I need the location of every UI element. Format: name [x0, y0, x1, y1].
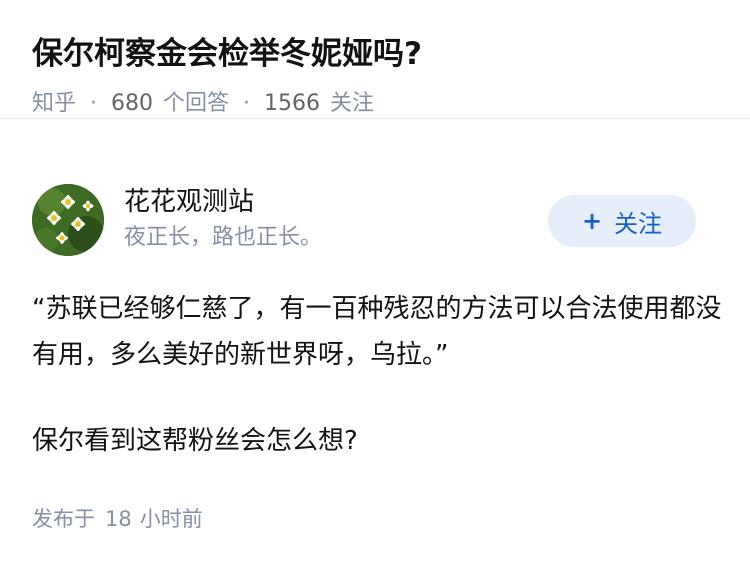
follow-button[interactable]: + 关注: [548, 195, 696, 247]
answer-paragraph: 保尔看到这帮粉丝会怎么想?: [32, 426, 358, 456]
question-title[interactable]: 保尔柯察金会检举冬妮娅吗?: [32, 32, 718, 76]
follow-button-label: 关注: [614, 209, 663, 238]
answer-count: 680: [111, 91, 154, 116]
answer-paragraph: “苏联已经够仁慈了，有一百种残忍的方法可以合法使用都没有用，多么美好的新世界呀，…: [32, 294, 722, 370]
daisy-flowers-avatar-icon: [32, 184, 104, 256]
author-bio: 夜正长，路也正长。: [124, 225, 323, 250]
question-header: 保尔柯察金会检举冬妮娅吗? 知乎 · 680 个回答 · 1566 关注: [0, 0, 750, 119]
avatar[interactable]: [32, 184, 104, 256]
meta-separator: ·: [243, 91, 251, 116]
publish-time: 发布于 18 小时前: [32, 504, 203, 534]
author-row: 花花观测站 夜正长，路也正长。 + 关注: [32, 119, 718, 256]
author-name[interactable]: 花花观测站: [124, 184, 254, 220]
meta-separator: ·: [90, 91, 98, 116]
answer-card: 花花观测站 夜正长，路也正长。 + 关注 “苏联已经够仁慈了，有一百种残忍的方法…: [0, 119, 750, 531]
question-meta: 知乎 · 680 个回答 · 1566 关注: [32, 88, 718, 120]
plus-icon: +: [581, 207, 603, 235]
answer-content: “苏联已经够仁慈了，有一百种残忍的方法可以合法使用都没有用，多么美好的新世界呀，…: [32, 286, 722, 464]
publish-unit: 小时前: [139, 507, 203, 531]
publish-num: 18: [105, 507, 132, 531]
follow-count: 1566: [264, 91, 321, 116]
publish-prefix: 发布于: [32, 507, 95, 531]
source-label[interactable]: 知乎: [32, 91, 76, 116]
follow-count-unit[interactable]: 关注: [330, 91, 374, 116]
answer-count-unit[interactable]: 个回答: [163, 91, 229, 116]
